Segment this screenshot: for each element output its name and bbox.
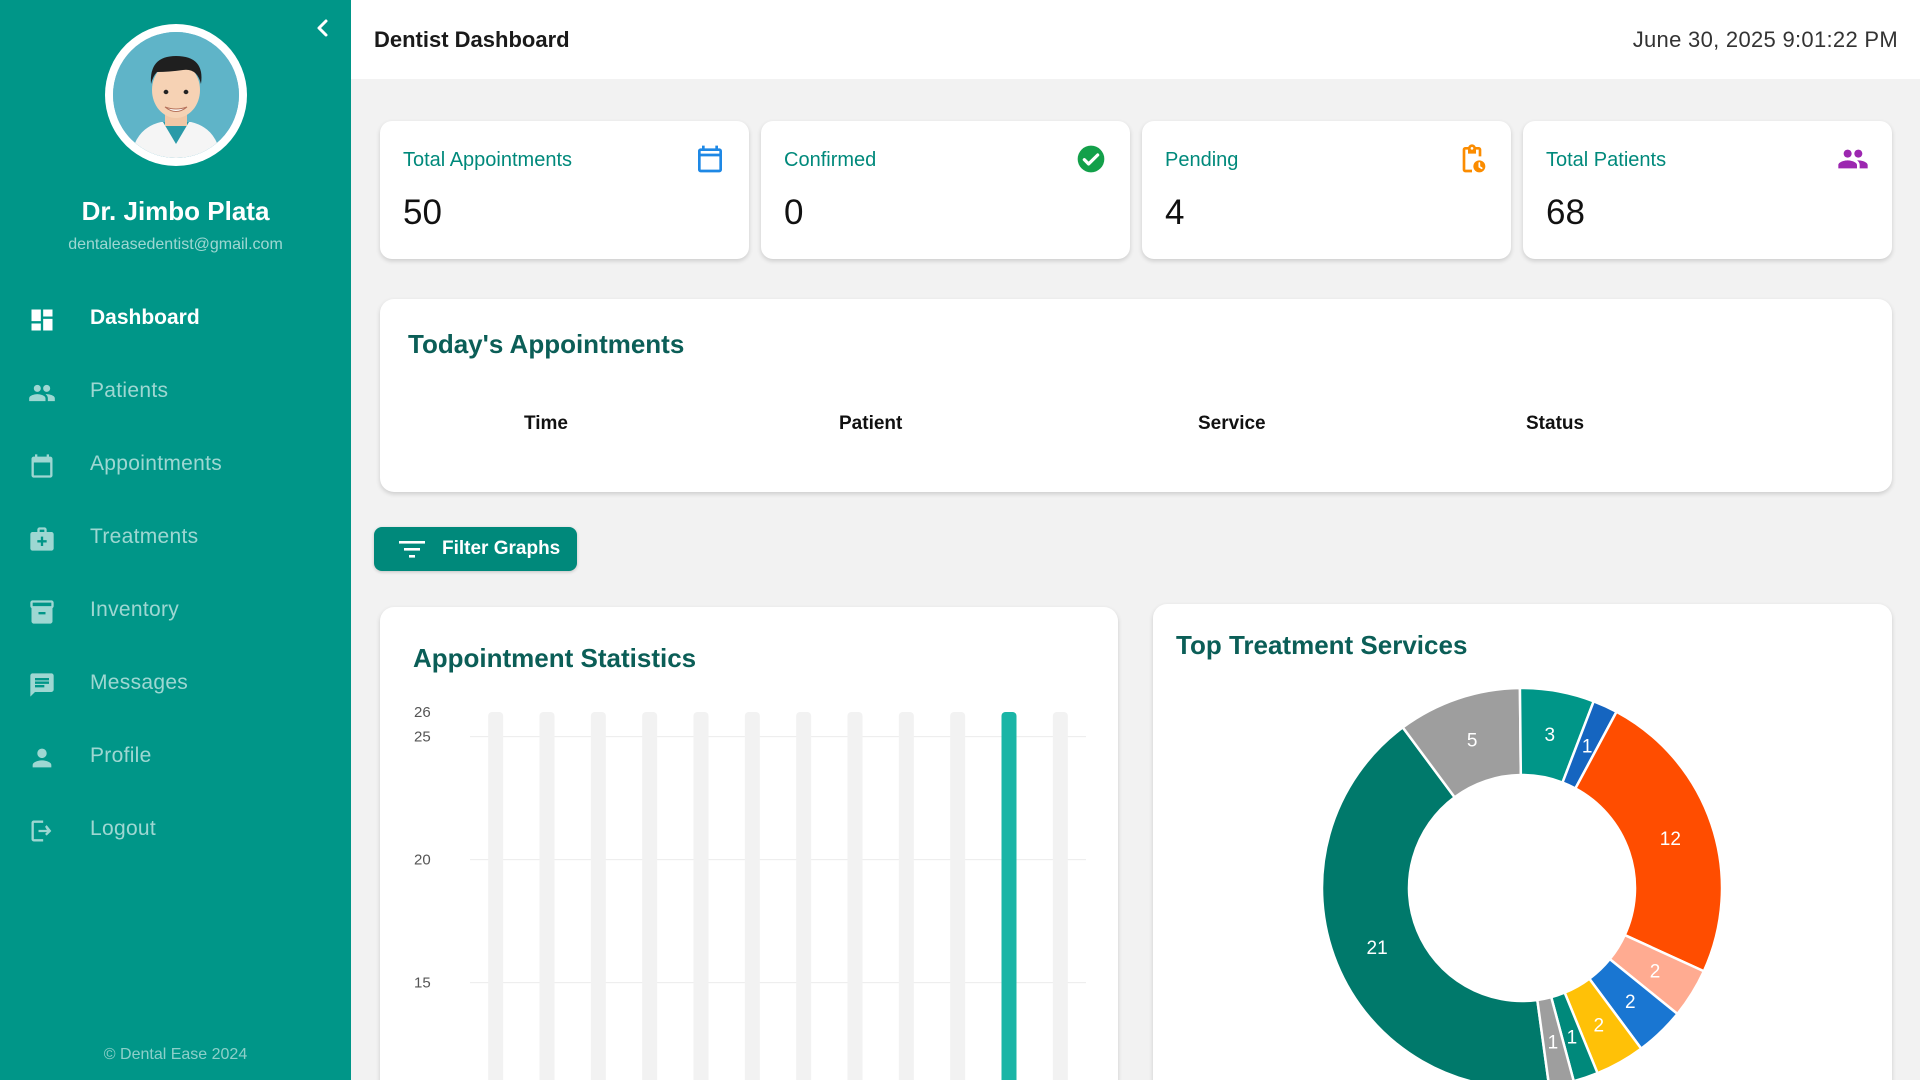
sidebar-item-label: Patients: [90, 379, 169, 402]
collapse-sidebar-button[interactable]: [312, 16, 334, 40]
top-treatment-services-card: Top Treatment Services 21 5 3 1 12 2 2 2 1 1: [1153, 604, 1892, 1080]
sidebar-item-dashboard[interactable]: Dashboard: [0, 290, 351, 346]
calendar-icon: [698, 145, 722, 173]
doctor-name: Dr. Jimbo Plata: [81, 196, 270, 226]
slice-label: 5: [1467, 731, 1478, 752]
stat-value: 4: [1165, 193, 1185, 232]
y-tick-label: 20: [414, 852, 431, 869]
slice-label: 21: [1367, 938, 1388, 959]
column-header-patient[interactable]: Patient: [839, 413, 902, 435]
sidebar-item-label: Profile: [90, 744, 152, 767]
column-header-status[interactable]: Status: [1526, 413, 1584, 435]
top-treatment-services-chart: 215 311222211: [1320, 686, 1724, 1080]
sidebar-item-label: Dashboard: [90, 306, 200, 329]
sidebar-item-label: Messages: [90, 671, 189, 694]
bar-background: [488, 712, 504, 1080]
stat-label: Total Patients: [1546, 149, 1667, 171]
stat-card-pending[interactable]: Pending 4: [1142, 121, 1511, 259]
person-icon: [32, 748, 52, 768]
sidebar-item-label: Appointments: [90, 452, 223, 475]
bar-background: [744, 712, 760, 1080]
archive-box-icon: [30, 600, 54, 624]
filter-graphs-label: Filter Graphs: [442, 538, 561, 559]
copyright: © Dental Ease 2024: [103, 1046, 248, 1063]
bar-background: [642, 712, 658, 1080]
medical-bag-icon: [30, 527, 54, 551]
check-circle-icon: [1077, 145, 1105, 173]
column-header-service[interactable]: Service: [1198, 413, 1266, 435]
slice-label: 2: [1625, 992, 1636, 1013]
slice-label: 2: [1594, 1015, 1605, 1036]
sidebar-item-logout[interactable]: Logout: [0, 801, 351, 857]
column-header-time[interactable]: Time: [524, 413, 568, 435]
doctor-email: dentaleasedentist@gmail.com: [68, 236, 283, 253]
chat-bubble-icon: [30, 673, 54, 697]
slice-label: 2: [1650, 961, 1661, 982]
page-title: Dentist Dashboard: [374, 27, 570, 52]
appointment-statistics-card: Appointment Statistics 26 25 20 15: [380, 607, 1118, 1080]
sidebar-item-profile[interactable]: Profile: [0, 728, 351, 784]
stat-value: 0: [784, 193, 804, 232]
appointment-statistics-chart: 26 25 20 15: [414, 704, 1086, 1080]
sidebar-item-appointments[interactable]: Appointments: [0, 436, 351, 492]
stat-label: Total Appointments: [403, 149, 572, 171]
dashboard-icon: [31, 309, 53, 331]
pie-slice: [1320, 725, 1550, 1080]
y-tick-label: 15: [414, 975, 431, 992]
chevron-left-icon: [317, 19, 328, 37]
sidebar-item-label: Treatments: [90, 525, 199, 548]
people-icon: [29, 384, 55, 402]
logout-icon: [31, 820, 52, 842]
bar-background: [796, 712, 812, 1080]
sidebar-item-treatments[interactable]: Treatments: [0, 509, 351, 565]
stat-card-total-patients[interactable]: Total Patients 68: [1523, 121, 1892, 259]
bar-background: [1052, 712, 1068, 1080]
bar: [1001, 712, 1017, 1080]
y-tick-label: 26: [414, 704, 431, 721]
slice-label: 1: [1548, 1032, 1559, 1053]
y-tick-label: 25: [414, 729, 431, 746]
sidebar-item-label: Inventory: [90, 598, 180, 621]
sidebar: Dr. Jimbo Plata dentaleasedentist@gmail.…: [0, 0, 351, 1080]
stat-value: 50: [403, 193, 442, 232]
section-title: Today's Appointments: [408, 329, 685, 359]
filter-graphs-button[interactable]: Filter Graphs: [374, 527, 577, 571]
stat-card-confirmed[interactable]: Confirmed 0: [761, 121, 1130, 259]
stat-card-total-appointments[interactable]: Total Appointments 50: [380, 121, 749, 259]
filter-icon: [399, 541, 425, 558]
bar-background: [847, 712, 863, 1080]
slice-label: 1: [1567, 1027, 1578, 1048]
bar-background: [539, 712, 555, 1080]
clipboard-clock-icon: [1462, 144, 1486, 173]
bar-background: [590, 712, 606, 1080]
calendar-icon: [31, 454, 53, 478]
datetime: June 30, 2025 9:01:22 PM: [1632, 27, 1898, 52]
slice-label: 1: [1582, 737, 1593, 758]
sidebar-item-label: Logout: [90, 817, 157, 840]
bar-background: [898, 712, 914, 1080]
todays-appointments-card: Today's Appointments Time Patient Servic…: [380, 299, 1892, 492]
bar-background: [693, 712, 709, 1080]
stat-value: 68: [1546, 193, 1585, 232]
sidebar-item-inventory[interactable]: Inventory: [0, 582, 351, 638]
avatar-image: [113, 32, 239, 158]
bar-background: [950, 712, 966, 1080]
group-icon: [1838, 149, 1868, 169]
slice-label: 12: [1660, 829, 1681, 850]
header: Dentist Dashboard June 30, 2025 9:01:22 …: [351, 0, 1920, 79]
sidebar-item-patients[interactable]: Patients: [0, 363, 351, 419]
stat-label: Pending: [1165, 149, 1239, 171]
stat-label: Confirmed: [784, 149, 877, 171]
slice-label: 3: [1544, 725, 1555, 746]
avatar[interactable]: [105, 24, 247, 166]
sidebar-item-messages[interactable]: Messages: [0, 655, 351, 711]
pie-slice: [1573, 710, 1724, 973]
